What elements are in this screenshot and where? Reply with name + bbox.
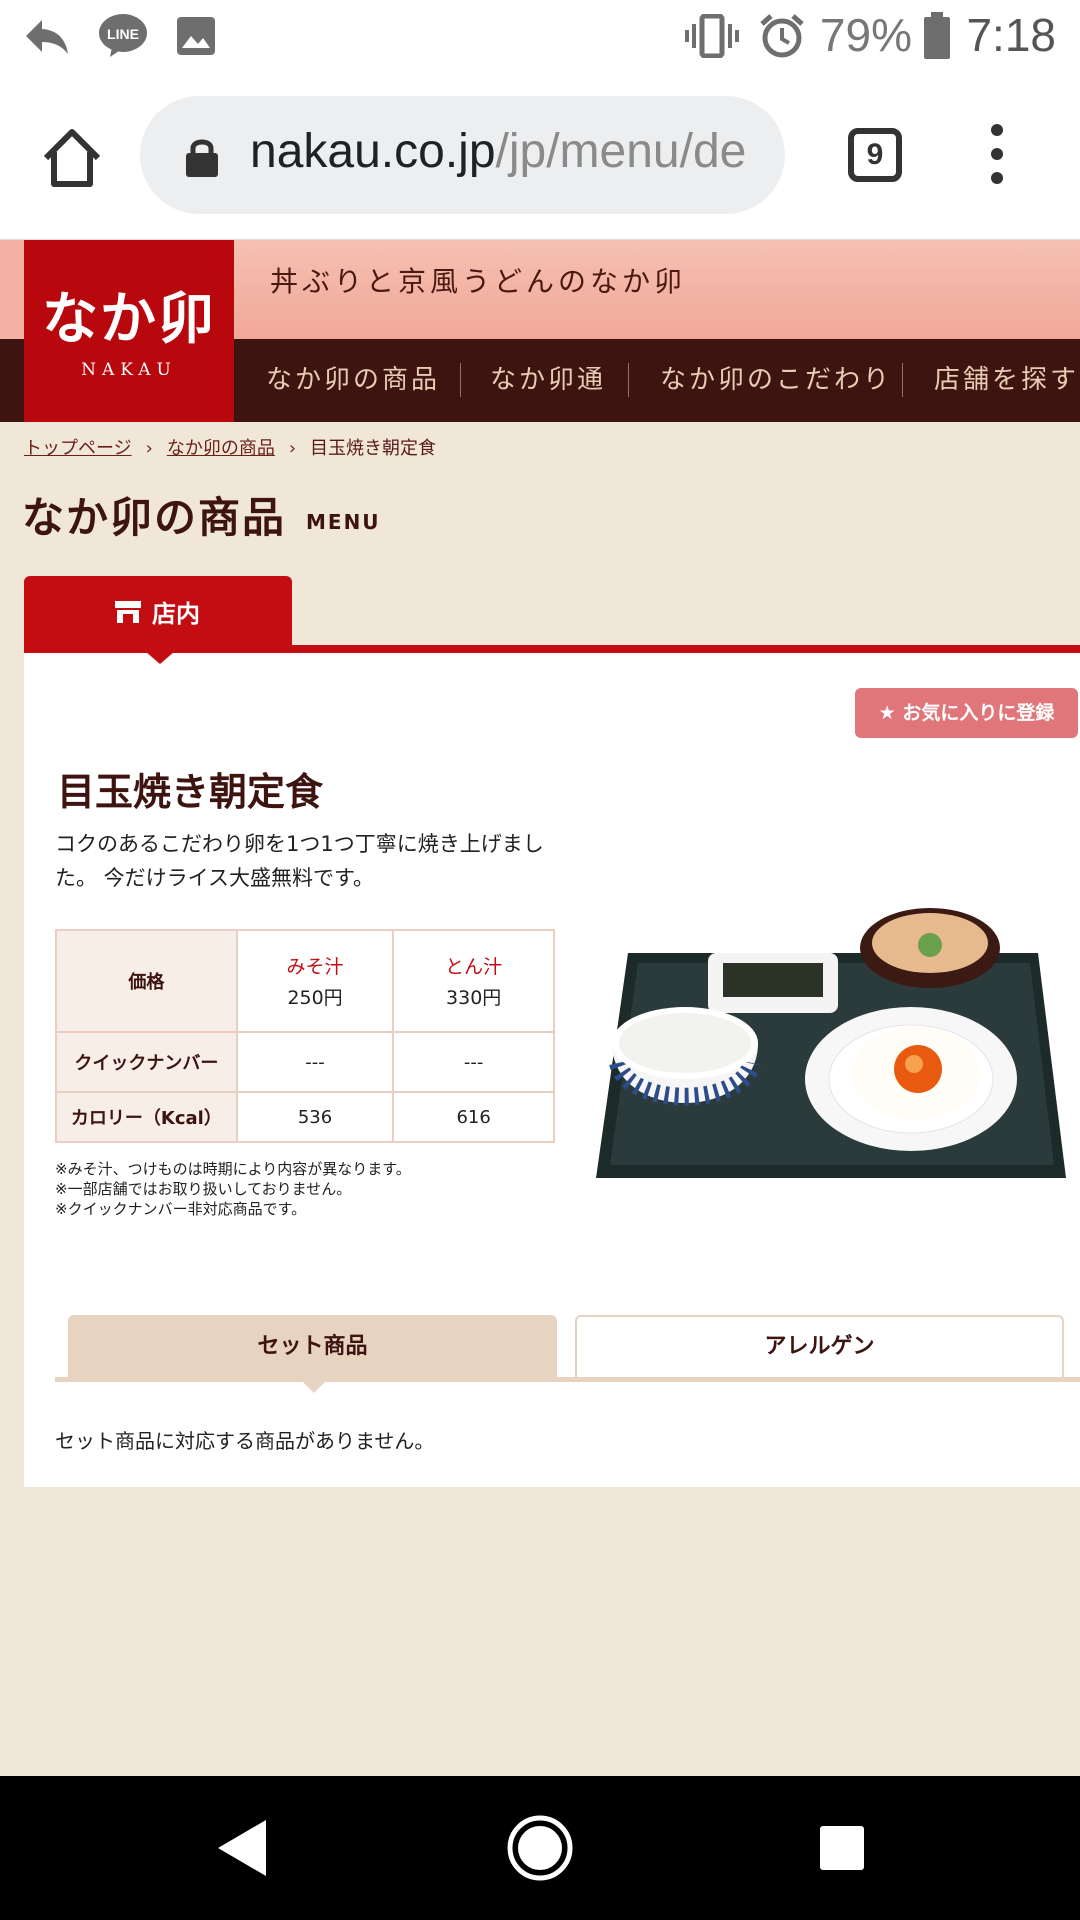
option-cell: みそ汁 250円 <box>235 929 395 1033</box>
battery-icon <box>922 12 952 60</box>
url-path: /jp/menu/de <box>495 125 747 178</box>
price-header: 価格 <box>55 929 238 1033</box>
tab-underline <box>24 645 1080 653</box>
image-icon <box>176 12 216 60</box>
note-line: ※一部店舗ではお取り扱いしておりません。 <box>55 1180 352 1198</box>
sub-tab-underline <box>55 1377 1080 1382</box>
quick-number-value: --- <box>392 1031 555 1093</box>
option-price: 250円 <box>287 987 343 1009</box>
option-price: 330円 <box>446 987 502 1009</box>
option-name: みそ汁 <box>286 956 344 978</box>
url-host: nakau.co.jp <box>250 125 496 178</box>
breadcrumb-products[interactable]: なか卯の商品 <box>167 438 275 459</box>
status-time: 7:18 <box>966 9 1056 61</box>
note-line: ※みそ汁、つけものは時期により内容が異なります。 <box>55 1160 411 1178</box>
nav-item-store-search[interactable]: 店舗を探す <box>934 357 1079 403</box>
home-nav-icon[interactable] <box>506 1814 574 1882</box>
home-icon <box>43 129 101 187</box>
sub-tab-pointer <box>302 1381 326 1393</box>
site-header: 丼ぶりと京風うどんのなか卯 なか卯の商品 なか卯通 なか卯のこだわり 店舗を探す… <box>0 240 1080 422</box>
quick-number-value: --- <box>235 1031 395 1093</box>
tab-set-products[interactable]: セット商品 <box>68 1315 557 1379</box>
lock-icon <box>186 139 218 177</box>
empty-set-message: セット商品に対応する商品がありません。 <box>55 1429 435 1453</box>
logo-text: なか卯 <box>42 286 216 352</box>
product-title: 目玉焼き朝定食 <box>57 770 324 814</box>
status-bar: LINE 79% 7:18 <box>0 0 1080 74</box>
logo-subtext: NAKAU <box>81 360 177 380</box>
store-icon <box>115 601 141 623</box>
tab-allergens[interactable]: アレルゲン <box>575 1315 1064 1379</box>
breadcrumb: トップページ › なか卯の商品 › 目玉焼き朝定食 <box>24 434 436 460</box>
nav-item-products[interactable]: なか卯の商品 <box>266 357 440 403</box>
back-icon[interactable] <box>214 1818 270 1878</box>
line-app-icon: LINE <box>98 12 148 60</box>
svg-text:LINE: LINE <box>107 26 139 42</box>
recents-icon[interactable] <box>818 1824 866 1872</box>
system-nav-bar <box>0 1776 1080 1920</box>
tagline-band: 丼ぶりと京風うどんのなか卯 <box>234 240 1080 339</box>
breadcrumb-separator: › <box>288 438 297 459</box>
vibrate-icon <box>684 12 740 60</box>
add-favorite-button[interactable]: ★ お気に入りに登録 <box>855 688 1078 738</box>
store-tab-pointer <box>146 652 174 664</box>
nav-item-nakau-tsu[interactable]: なか卯通 <box>490 357 606 403</box>
page-title: なか卯の商品 <box>22 493 287 542</box>
battery-percentage: 79% <box>819 9 912 61</box>
browser-toolbar: nakau.co.jp/jp/menu/de 9 <box>0 74 1080 240</box>
product-description: コクのあるこだわり卵を1つ1つ丁寧に焼き上げました。 今だけライス大盛無料です。 <box>55 832 544 890</box>
overflow-menu-button[interactable] <box>982 124 1012 188</box>
product-notes: ※みそ汁、つけものは時期により内容が異なります。 ※一部店舗ではお取り扱いしてお… <box>55 1159 411 1219</box>
alarm-icon <box>758 12 806 60</box>
url-text: nakau.co.jp/jp/menu/de <box>250 124 746 179</box>
url-bar[interactable]: nakau.co.jp/jp/menu/de <box>140 96 785 214</box>
calorie-header: カロリー（Kcal） <box>55 1091 238 1143</box>
home-button[interactable] <box>40 126 104 190</box>
tab-store-label: 店内 <box>152 600 200 628</box>
product-photo <box>596 908 1066 1178</box>
calorie-value: 536 <box>235 1091 395 1143</box>
option-name: とん汁 <box>445 956 503 978</box>
nav-item-commitment[interactable]: なか卯のこだわり <box>660 357 892 403</box>
tab-store[interactable]: 店内 <box>24 576 292 648</box>
option-cell: とん汁 330円 <box>392 929 555 1033</box>
tab-switcher-button[interactable]: 9 <box>848 128 902 182</box>
page-title-sub: MENU <box>306 510 381 534</box>
site-logo[interactable]: なか卯 NAKAU <box>24 240 234 422</box>
product-panel: ★ お気に入りに登録 目玉焼き朝定食 コクのあるこだわり卵を1つ1つ丁寧に焼き上… <box>24 653 1080 1487</box>
reply-icon <box>24 12 70 60</box>
calorie-value: 616 <box>392 1091 555 1143</box>
breadcrumb-separator: › <box>145 438 153 459</box>
breadcrumb-current: 目玉焼き朝定食 <box>310 438 437 459</box>
price-table: 価格 みそ汁 250円 とん汁 330円 クイックナンバー --- --- カロ… <box>55 929 555 1143</box>
quick-number-header: クイックナンバー <box>55 1031 238 1093</box>
note-line: ※クイックナンバー非対応商品です。 <box>55 1200 307 1218</box>
breadcrumb-top[interactable]: トップページ <box>24 438 132 459</box>
site-tagline: 丼ぶりと京風うどんのなか卯 <box>270 265 687 298</box>
